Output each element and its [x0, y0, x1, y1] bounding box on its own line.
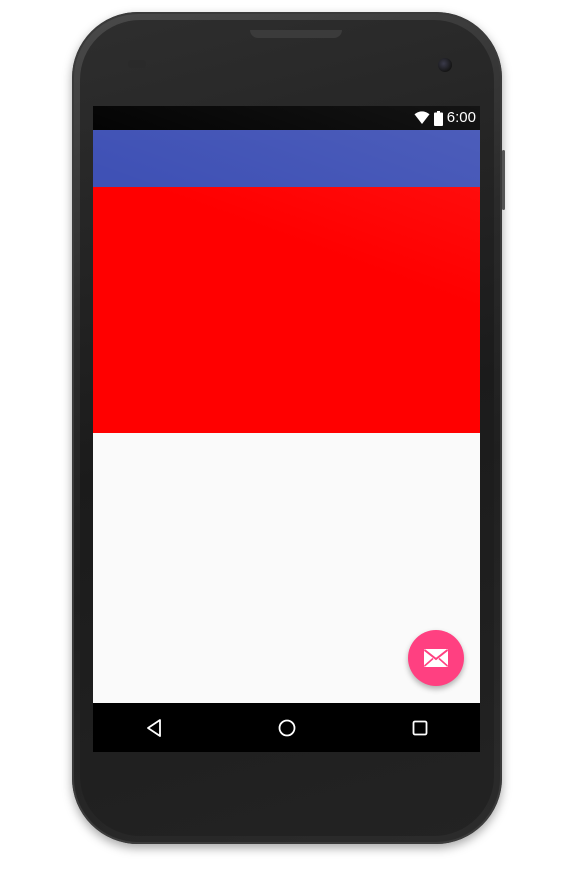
side-power-button: [502, 150, 505, 210]
device-screen: 6:00: [93, 106, 480, 752]
navigation-bar: [93, 703, 480, 752]
status-clock: 6:00: [446, 109, 476, 126]
proximity-sensor: [128, 60, 146, 68]
battery-icon: [433, 110, 443, 126]
wifi-icon: [414, 111, 430, 124]
front-camera: [438, 58, 452, 72]
hero-panel: [93, 187, 480, 433]
mail-icon: [423, 649, 449, 667]
status-icons: 6:00: [414, 109, 476, 127]
earpiece-speaker: [250, 30, 342, 38]
device-frame: 6:00: [0, 0, 574, 869]
home-circle-icon: [278, 719, 296, 737]
app-bar: [93, 130, 480, 187]
compose-fab-button[interactable]: [408, 630, 464, 686]
recents-button[interactable]: [403, 711, 437, 745]
recents-square-icon: [412, 720, 428, 736]
status-bar: 6:00: [93, 106, 480, 130]
back-triangle-icon: [147, 719, 161, 737]
back-button[interactable]: [137, 711, 171, 745]
home-button[interactable]: [270, 711, 304, 745]
